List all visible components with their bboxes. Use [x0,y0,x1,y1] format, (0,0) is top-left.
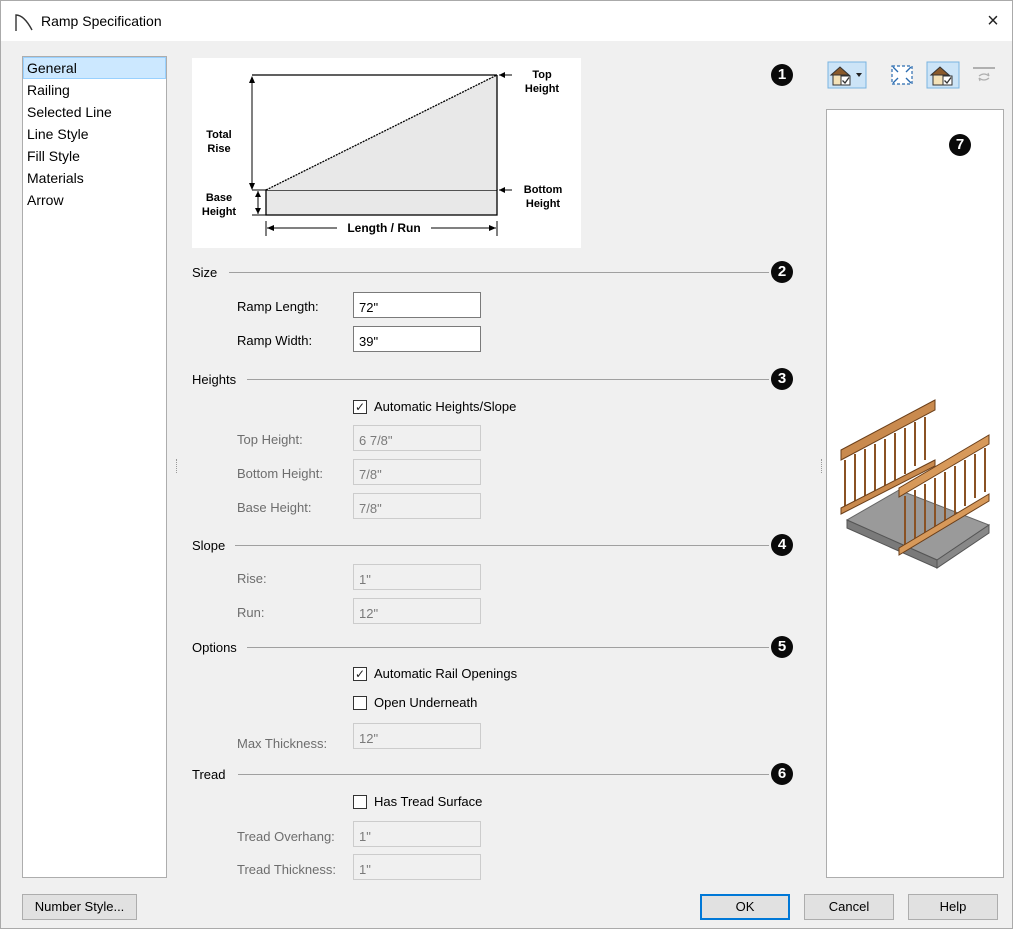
nav-item-line-style[interactable]: Line Style [23,123,166,145]
options-divider [247,647,769,648]
rise-label: Rise: [237,571,267,586]
ramp-width-label: Ramp Width: [237,333,313,348]
size-divider [229,272,769,273]
slope-section-title: Slope [192,538,226,553]
callout-badge-1: 1 [771,64,793,86]
ramp-diagram: Top Height Total Rise Base Height Bottom… [192,58,581,248]
base-height-field[interactable] [353,493,481,519]
run-field[interactable] [353,598,481,624]
has-tread-surface-label: Has Tread Surface [374,794,483,809]
automatic-rail-openings-check-icon[interactable]: ✓ [353,667,367,681]
window-title: Ramp Specification [41,13,162,29]
3d-preview-pane[interactable]: 7 [826,109,1004,878]
nav-item-selected-line[interactable]: Selected Line [23,101,166,123]
open-underneath-box[interactable] [353,696,367,710]
number-style-button[interactable]: Number Style... [22,894,137,920]
automatic-rail-openings-label: Automatic Rail Openings [374,666,518,681]
callout-badge-5: 5 [771,636,793,658]
length-run-caption: Length / Run [347,221,421,235]
open-underneath-label: Open Underneath [374,695,478,710]
ok-button[interactable]: OK [700,894,790,920]
run-label: Run: [237,605,265,620]
fill-window-icon[interactable] [887,61,917,89]
base-height-caption: Base Height [201,192,237,218]
ramp-3d-preview-image [840,399,991,569]
ramp-specification-dialog: Ramp Specification × General Railing Sel… [0,0,1013,929]
callout-badge-6: 6 [771,763,793,785]
max-thickness-field[interactable] [353,723,481,749]
callout-badge-7: 7 [949,134,971,156]
title-bar: Ramp Specification × [1,1,1012,41]
bottom-height-caption: Bottom Height [523,184,563,210]
top-height-caption: Top Height [524,69,560,95]
bottom-height-field[interactable] [353,459,481,485]
help-button[interactable]: Help [908,894,998,920]
size-section-title: Size [192,265,218,280]
heights-section-title: Heights [192,372,237,387]
tread-section-title: Tread [192,767,226,782]
options-section-title: Options [192,640,237,655]
nav-item-fill-style[interactable]: Fill Style [23,145,166,167]
slope-divider [235,545,769,546]
tread-overhang-label: Tread Overhang: [237,829,335,844]
heights-divider [247,379,769,380]
close-button[interactable]: × [978,7,1008,35]
show-preview-toggle-icon[interactable] [926,61,960,89]
nav-item-materials[interactable]: Materials [23,167,166,189]
callout-badge-4: 4 [771,534,793,556]
tread-overhang-field[interactable] [353,821,481,847]
base-height-label: Base Height: [237,500,312,515]
tread-thickness-field[interactable] [353,854,481,880]
ramp-app-icon [15,14,33,31]
view-type-dropdown-icon[interactable] [827,61,867,89]
ramp-width-field[interactable] [353,326,481,352]
callout-badge-3: 3 [771,368,793,390]
cancel-button[interactable]: Cancel [804,894,894,920]
category-list: General Railing Selected Line Line Style… [22,56,167,878]
bottom-height-label: Bottom Height: [237,466,323,481]
nav-item-general[interactable]: General [23,57,166,79]
tread-divider [238,774,769,775]
automatic-heights-check-icon[interactable]: ✓ [353,400,367,414]
nav-item-railing[interactable]: Railing [23,79,166,101]
top-height-field[interactable] [353,425,481,451]
left-splitter-grip[interactable] [176,459,178,473]
callout-badge-2: 2 [771,261,793,283]
ramp-length-label: Ramp Length: [237,299,319,314]
total-rise-caption: Total Rise [206,129,232,155]
tread-thickness-label: Tread Thickness: [237,862,336,877]
automatic-heights-label: Automatic Heights/Slope [374,399,517,414]
ramp-length-field[interactable] [353,292,481,318]
refresh-preview-icon [973,67,995,82]
rise-field[interactable] [353,564,481,590]
nav-item-arrow[interactable]: Arrow [23,189,166,211]
max-thickness-label: Max Thickness: [237,736,328,751]
has-tread-surface-box[interactable] [353,795,367,809]
top-height-label: Top Height: [237,432,303,447]
right-splitter-grip[interactable] [821,459,823,473]
